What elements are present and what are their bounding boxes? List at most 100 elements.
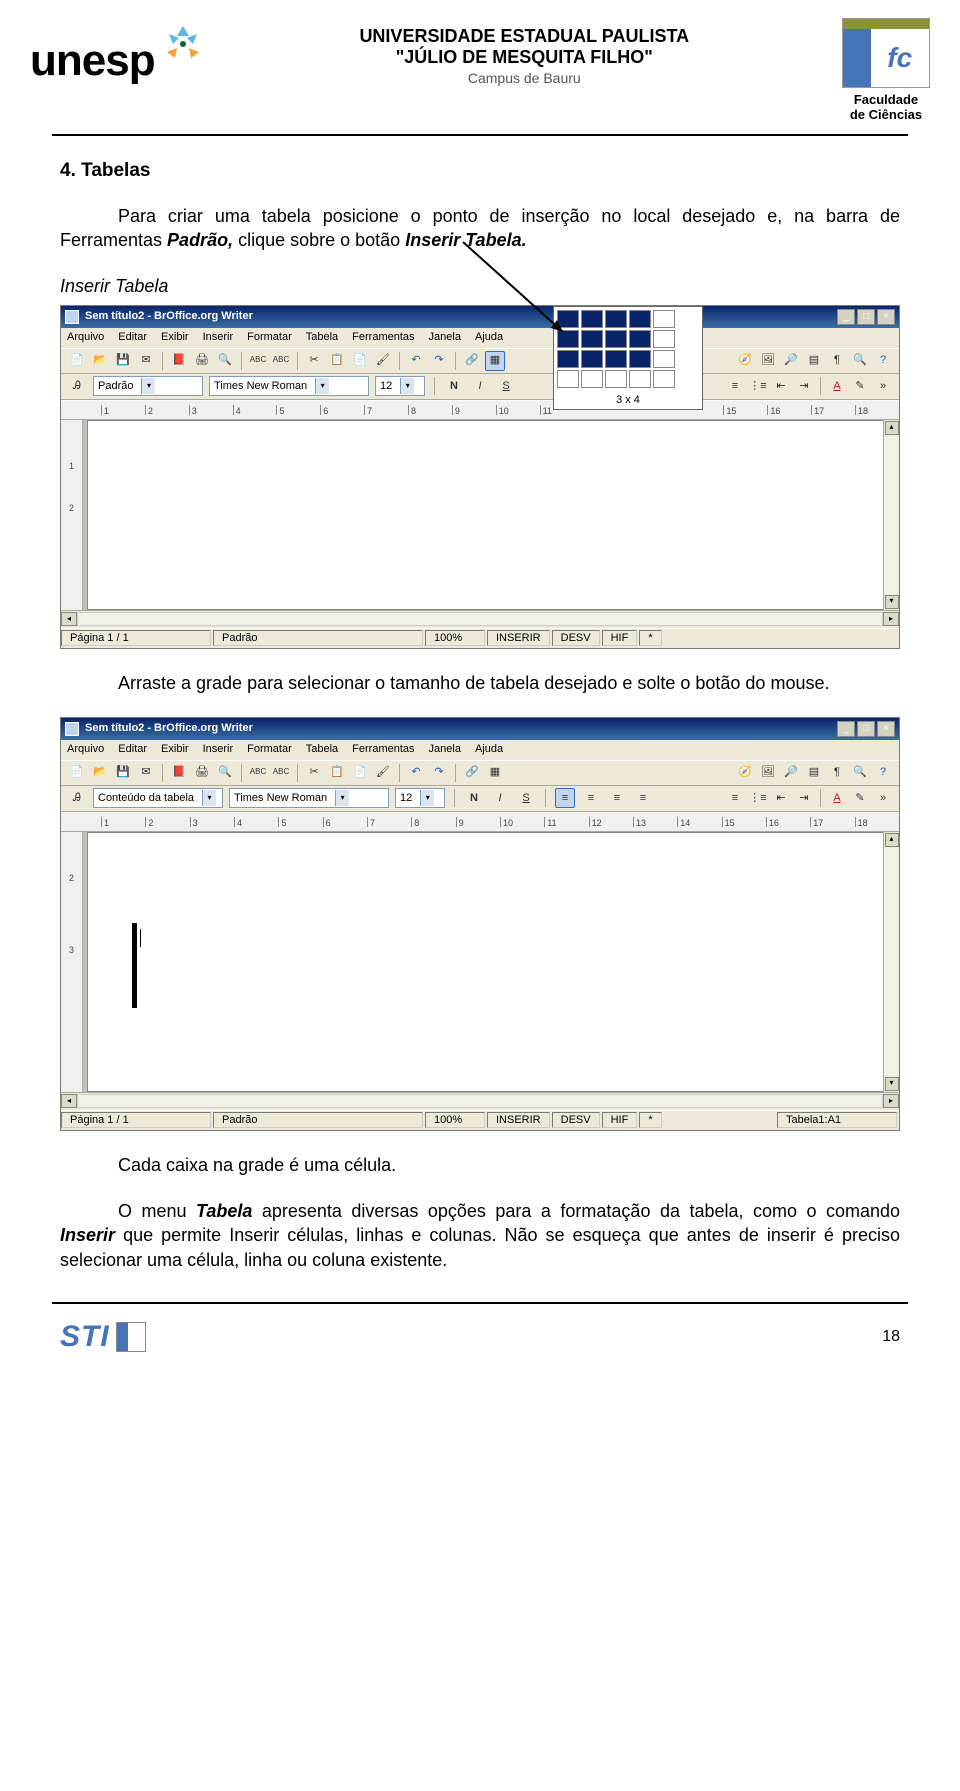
find-icon[interactable]: 🔎 <box>781 763 801 783</box>
navigator-icon[interactable]: 🧭 <box>735 351 755 371</box>
status-insert[interactable]: INSERIR <box>487 630 550 646</box>
styles-icon[interactable]: Ꭿ <box>67 788 87 808</box>
print-icon[interactable]: 🖨 <box>192 763 212 783</box>
menu-formatar[interactable]: Formatar <box>247 330 292 345</box>
bullets-icon[interactable]: ⋮≡ <box>748 376 768 396</box>
font-combo[interactable]: Times New Roman▾ <box>229 788 389 808</box>
status-zoom[interactable]: 100% <box>425 1112 485 1128</box>
format-paint-icon[interactable]: 🖌 <box>373 763 393 783</box>
italic-icon[interactable]: I <box>490 788 510 808</box>
inserted-table[interactable] <box>132 923 137 1008</box>
vertical-scrollbar[interactable]: ▴▾ <box>883 420 899 610</box>
menu-editar[interactable]: Editar <box>118 742 147 757</box>
italic-icon[interactable]: I <box>470 376 490 396</box>
cut-icon[interactable]: ✂ <box>304 763 324 783</box>
highlight-icon[interactable]: ✎ <box>850 376 870 396</box>
numbering-icon[interactable]: ≡ <box>725 376 745 396</box>
redo-icon[interactable]: ↷ <box>429 351 449 371</box>
navigator-icon[interactable]: 🧭 <box>735 763 755 783</box>
email-icon[interactable]: ✉ <box>136 351 156 371</box>
minimize-button[interactable]: _ <box>837 309 855 325</box>
increase-indent-icon[interactable]: ⇥ <box>794 788 814 808</box>
size-combo[interactable]: 12▾ <box>395 788 445 808</box>
align-justify-icon[interactable]: ≡ <box>633 788 653 808</box>
copy-icon[interactable]: 📋 <box>327 763 347 783</box>
pdf-icon[interactable]: 📕 <box>169 351 189 371</box>
styles-icon[interactable]: Ꭿ <box>67 376 87 396</box>
new-doc-icon[interactable]: 📄 <box>67 351 87 371</box>
menu-formatar[interactable]: Formatar <box>247 742 292 757</box>
menu-tabela[interactable]: Tabela <box>306 330 338 345</box>
undo-icon[interactable]: ↶ <box>406 351 426 371</box>
highlight-icon[interactable]: ✎ <box>850 788 870 808</box>
style-combo[interactable]: Padrão▾ <box>93 376 203 396</box>
numbering-icon[interactable]: ≡ <box>725 788 745 808</box>
menu-janela[interactable]: Janela <box>429 742 461 757</box>
preview-icon[interactable]: 🔍 <box>215 763 235 783</box>
gallery-icon[interactable]: 🖼 <box>758 351 778 371</box>
email-icon[interactable]: ✉ <box>136 763 156 783</box>
cut-icon[interactable]: ✂ <box>304 351 324 371</box>
font-color-icon[interactable]: A <box>827 788 847 808</box>
align-center-icon[interactable]: ≡ <box>581 788 601 808</box>
menu-ferramentas[interactable]: Ferramentas <box>352 742 414 757</box>
horizontal-scrollbar[interactable]: ◂▸ <box>61 610 899 628</box>
menu-arquivo[interactable]: Arquivo <box>67 742 104 757</box>
maximize-button[interactable]: □ <box>857 721 875 737</box>
preview-icon[interactable]: 🔍 <box>215 351 235 371</box>
style-combo[interactable]: Conteúdo da tabela▾ <box>93 788 223 808</box>
decrease-indent-icon[interactable]: ⇤ <box>771 788 791 808</box>
new-doc-icon[interactable]: 📄 <box>67 763 87 783</box>
font-color-icon[interactable]: A <box>827 376 847 396</box>
maximize-button[interactable]: □ <box>857 309 875 325</box>
decrease-indent-icon[interactable]: ⇤ <box>771 376 791 396</box>
close-button[interactable]: × <box>877 721 895 737</box>
size-combo[interactable]: 12▾ <box>375 376 425 396</box>
pdf-icon[interactable]: 📕 <box>169 763 189 783</box>
document-page[interactable] <box>87 832 895 1092</box>
more-icon[interactable]: » <box>873 788 893 808</box>
redo-icon[interactable]: ↷ <box>429 763 449 783</box>
font-combo[interactable]: Times New Roman▾ <box>209 376 369 396</box>
underline-icon[interactable]: S <box>516 788 536 808</box>
spellcheck-icon[interactable]: ABC <box>248 351 268 371</box>
close-button[interactable]: × <box>877 309 895 325</box>
hyperlink-icon[interactable]: 🔗 <box>462 763 482 783</box>
save-icon[interactable]: 💾 <box>113 763 133 783</box>
table-button[interactable]: ▦ <box>485 763 505 783</box>
gallery-icon[interactable]: 🖼 <box>758 763 778 783</box>
paste-icon[interactable]: 📄 <box>350 351 370 371</box>
minimize-button[interactable]: _ <box>837 721 855 737</box>
bold-icon[interactable]: N <box>464 788 484 808</box>
nonprint-icon[interactable]: ¶ <box>827 763 847 783</box>
menu-ferramentas[interactable]: Ferramentas <box>352 330 414 345</box>
menu-exibir[interactable]: Exibir <box>161 330 189 345</box>
menu-tabela[interactable]: Tabela <box>306 742 338 757</box>
zoom-icon[interactable]: 🔍 <box>850 351 870 371</box>
menu-arquivo[interactable]: Arquivo <box>67 330 104 345</box>
document-page[interactable] <box>87 420 895 610</box>
print-icon[interactable]: 🖨 <box>192 351 212 371</box>
hyperlink-icon[interactable]: 🔗 <box>462 351 482 371</box>
undo-icon[interactable]: ↶ <box>406 763 426 783</box>
datasource-icon[interactable]: ▤ <box>804 763 824 783</box>
nonprint-icon[interactable]: ¶ <box>827 351 847 371</box>
status-zoom[interactable]: 100% <box>425 630 485 646</box>
menu-exibir[interactable]: Exibir <box>161 742 189 757</box>
open-icon[interactable]: 📂 <box>90 351 110 371</box>
menu-editar[interactable]: Editar <box>118 330 147 345</box>
increase-indent-icon[interactable]: ⇥ <box>794 376 814 396</box>
save-icon[interactable]: 💾 <box>113 351 133 371</box>
align-left-icon[interactable]: ≡ <box>555 788 575 808</box>
menu-inserir[interactable]: Inserir <box>203 330 234 345</box>
datasource-icon[interactable]: ▤ <box>804 351 824 371</box>
menu-ajuda[interactable]: Ajuda <box>475 742 503 757</box>
horizontal-scrollbar[interactable]: ◂▸ <box>61 1092 899 1110</box>
spellcheck-icon[interactable]: ABC <box>248 763 268 783</box>
help-icon[interactable]: ? <box>873 351 893 371</box>
underline-icon[interactable]: S <box>496 376 516 396</box>
find-icon[interactable]: 🔎 <box>781 351 801 371</box>
bullets-icon[interactable]: ⋮≡ <box>748 788 768 808</box>
bold-icon[interactable]: N <box>444 376 464 396</box>
vertical-scrollbar[interactable]: ▴▾ <box>883 832 899 1092</box>
